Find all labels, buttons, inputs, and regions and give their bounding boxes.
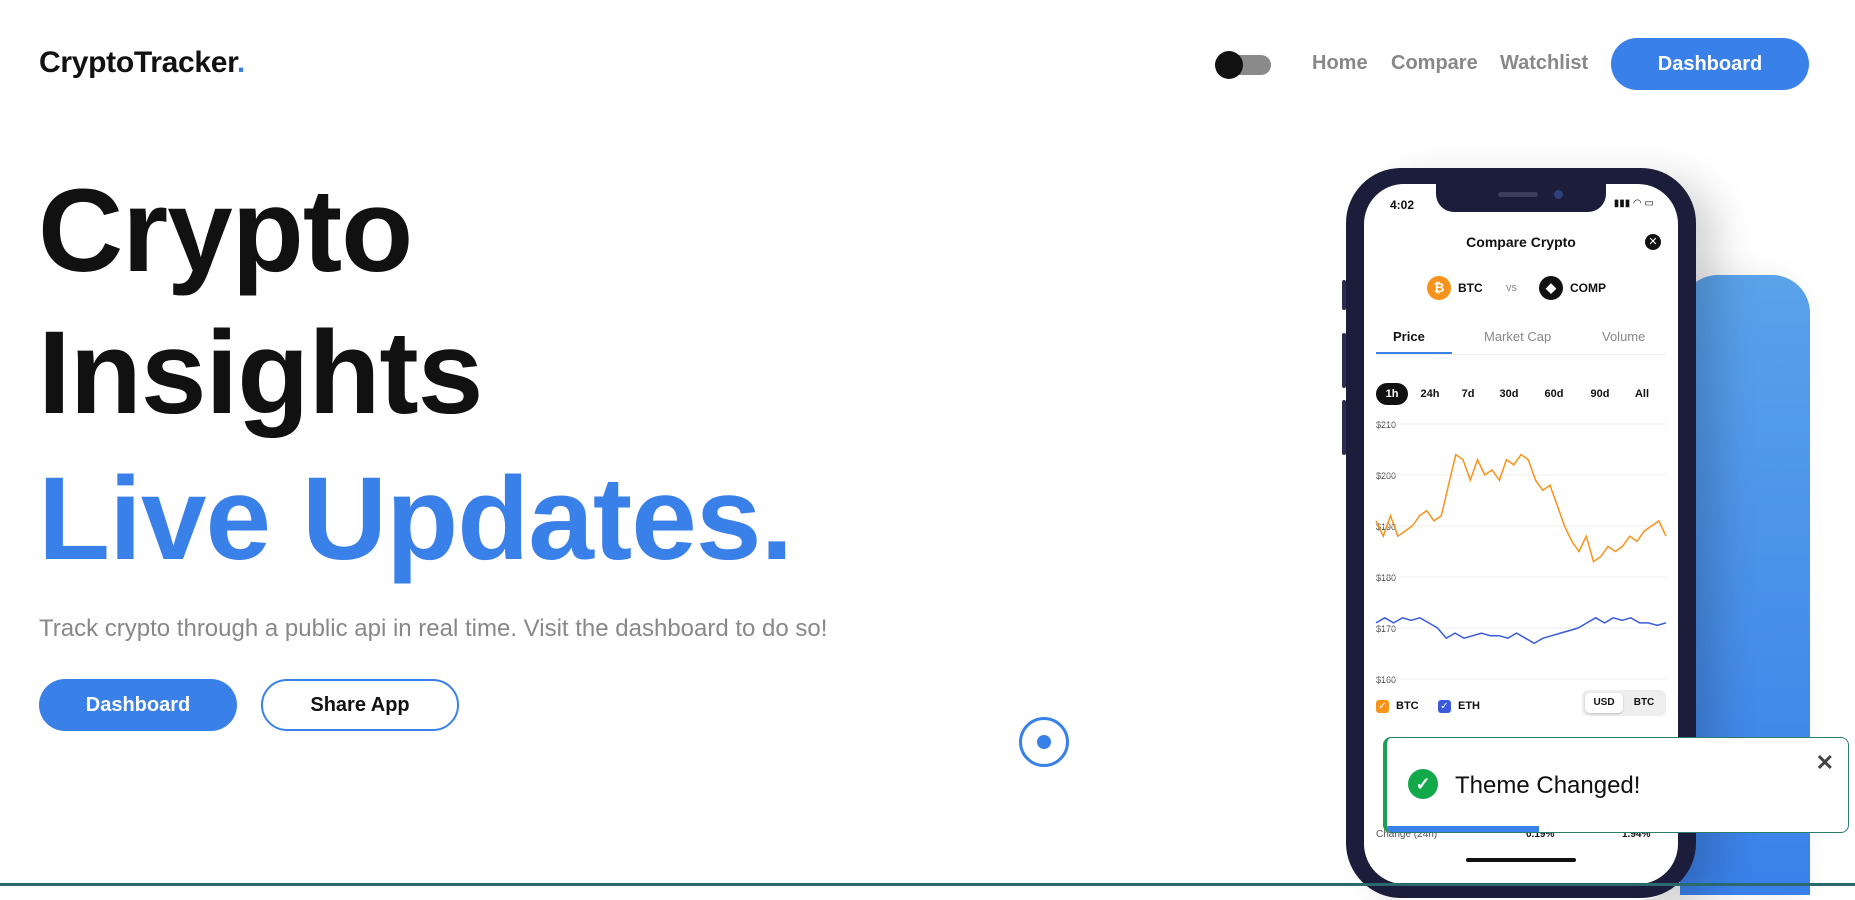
close-icon[interactable]: ✕ <box>1645 234 1661 250</box>
nav-home[interactable]: Home <box>1312 52 1368 75</box>
check-icon: ✓ <box>1408 769 1438 799</box>
tab-market-cap[interactable]: Market Cap <box>1484 329 1551 344</box>
theme-toggle[interactable] <box>1215 51 1271 79</box>
phone-side-button <box>1342 280 1346 310</box>
legend-eth: ETH <box>1458 700 1480 712</box>
tab-volume[interactable]: Volume <box>1602 329 1645 344</box>
hero-subtitle: Track crypto through a public api in rea… <box>39 615 828 642</box>
loading-indicator <box>1019 717 1069 767</box>
range-7d[interactable]: 7d <box>1454 383 1482 405</box>
logo[interactable]: CryptoTracker. <box>39 46 245 80</box>
home-indicator <box>1466 858 1576 862</box>
header-dashboard-button[interactable]: Dashboard <box>1611 38 1809 90</box>
loader-dot <box>1037 735 1051 749</box>
compare-title: Compare Crypto <box>1466 234 1576 250</box>
tab-active-indicator <box>1376 352 1452 354</box>
coin1-label[interactable]: BTC <box>1458 281 1483 295</box>
btc-checkbox[interactable]: ✓ <box>1376 700 1389 713</box>
toast-message: Theme Changed! <box>1455 772 1641 799</box>
phone-notch <box>1436 184 1606 212</box>
hero-line-1: Crypto <box>38 165 413 297</box>
legend-btc: BTC <box>1396 700 1419 712</box>
btc-icon: ₿ <box>1427 276 1451 300</box>
logo-text: CryptoTracker <box>39 46 237 79</box>
currency-usd[interactable]: USD <box>1585 693 1623 713</box>
chart-grid <box>1376 423 1666 680</box>
hero-line-3: Live Updates. <box>38 453 793 585</box>
tab-divider <box>1376 354 1666 355</box>
phone-camera <box>1554 190 1563 199</box>
currency-toggle[interactable]: USD BTC <box>1582 690 1666 716</box>
comp-icon: ◆ <box>1539 276 1563 300</box>
range-60d[interactable]: 60d <box>1539 383 1569 405</box>
toast-close-icon[interactable]: ✕ <box>1816 750 1834 776</box>
eth-line <box>1375 616 1667 645</box>
coin2-label[interactable]: COMP <box>1570 281 1606 295</box>
vs-label: vs <box>1506 282 1517 294</box>
dashboard-button[interactable]: Dashboard <box>39 679 237 731</box>
currency-btc[interactable]: BTC <box>1625 693 1663 713</box>
phone-side-button <box>1342 333 1346 388</box>
nav-watchlist[interactable]: Watchlist <box>1500 52 1588 75</box>
price-chart <box>1375 423 1667 680</box>
phone-speaker <box>1498 192 1538 197</box>
tab-price[interactable]: Price <box>1393 329 1425 344</box>
range-90d[interactable]: 90d <box>1585 383 1615 405</box>
logo-dot: . <box>236 46 245 79</box>
phone-side-button <box>1342 400 1346 455</box>
toast-progress-bar <box>1387 826 1540 832</box>
hero-line-2: Insights <box>38 307 483 439</box>
status-time: 4:02 <box>1390 198 1415 212</box>
range-24h[interactable]: 24h <box>1414 383 1446 405</box>
range-all[interactable]: All <box>1628 383 1656 405</box>
toggle-knob <box>1215 51 1243 79</box>
nav-compare[interactable]: Compare <box>1391 52 1478 75</box>
btc-line <box>1375 453 1667 563</box>
status-icons: ▮▮▮ ◠ ▭ <box>1613 198 1654 209</box>
range-1h[interactable]: 1h <box>1376 383 1408 405</box>
eth-checkbox[interactable]: ✓ <box>1438 700 1451 713</box>
toast-notification: ✓ Theme Changed! ✕ <box>1383 737 1849 833</box>
range-30d[interactable]: 30d <box>1494 383 1524 405</box>
share-app-button[interactable]: Share App <box>261 679 459 731</box>
